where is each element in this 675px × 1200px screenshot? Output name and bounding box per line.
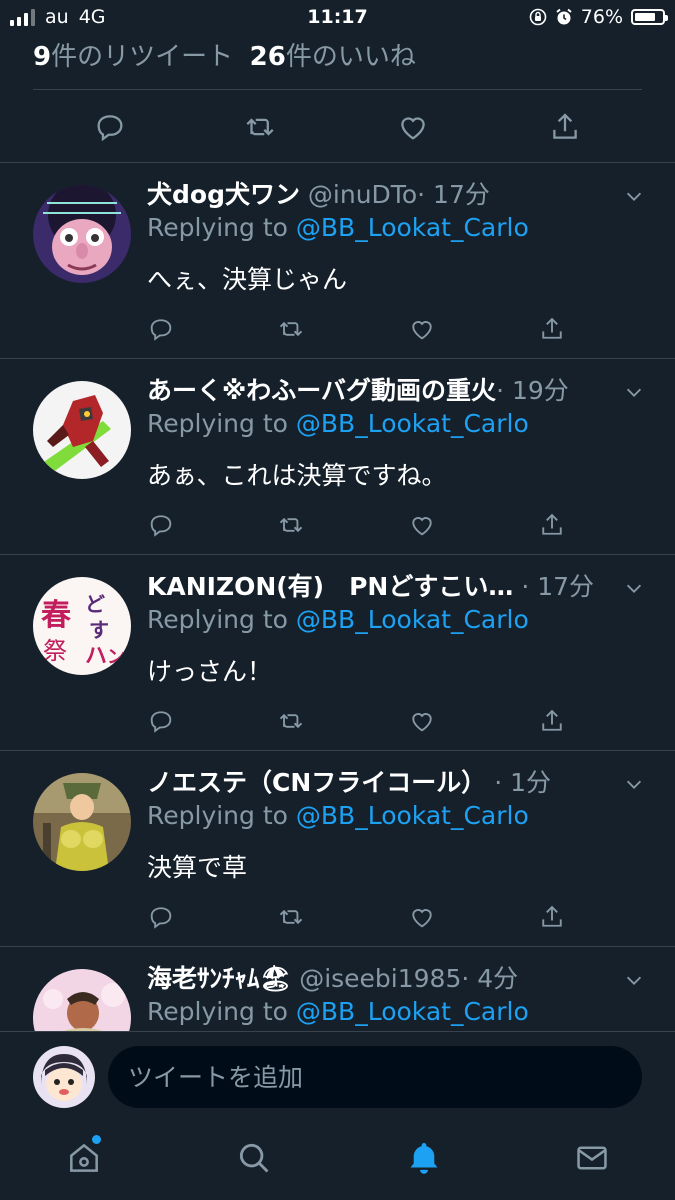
reply-tweet[interactable]: 春 祭 ど す ハ ン KANIZON(有) PNどすこい… · 17分 Rep… xyxy=(0,555,675,751)
bell-icon[interactable] xyxy=(405,1139,443,1181)
tweet-actions xyxy=(147,707,577,739)
home-icon[interactable] xyxy=(65,1139,103,1181)
like-icon[interactable] xyxy=(408,315,436,343)
retweet-icon[interactable] xyxy=(243,110,277,144)
mention-link[interactable]: @BB_Lookat_Carlo xyxy=(296,213,529,242)
chevron-down-icon[interactable] xyxy=(623,577,645,603)
share-icon[interactable] xyxy=(548,110,582,144)
avatar[interactable] xyxy=(33,185,131,283)
retweet-icon[interactable] xyxy=(277,511,305,539)
reply-tweet[interactable]: ノエステ（CNフライコール） · 1分 Replying to @BB_Look… xyxy=(0,751,675,947)
tweet-text: けっさん！ xyxy=(147,657,273,686)
avatar[interactable]: 春 祭 ど す ハ ン xyxy=(33,577,131,675)
battery-percent: 76% xyxy=(580,6,623,28)
main-tweet-actions xyxy=(0,110,675,146)
replying-to-label: Replying to xyxy=(147,605,288,634)
svg-text:春: 春 xyxy=(41,598,71,633)
tweet-text: あぁ、これは決算ですね。 xyxy=(147,461,447,490)
tweet-actions xyxy=(147,315,577,347)
reply-input[interactable] xyxy=(108,1046,642,1108)
mail-icon[interactable] xyxy=(573,1139,611,1181)
reply-icon[interactable] xyxy=(147,903,175,931)
timestamp: · 19分 xyxy=(496,376,569,405)
mention-link[interactable]: @BB_Lookat_Carlo xyxy=(296,409,529,438)
svg-text:ど: ど xyxy=(85,592,105,616)
retweet-icon[interactable] xyxy=(277,903,305,931)
share-icon[interactable] xyxy=(538,903,566,931)
mention-link[interactable]: @BB_Lookat_Carlo xyxy=(296,801,529,830)
engagement-counts: 9件のリツイート 26件のいいね xyxy=(33,36,416,73)
reply-icon[interactable] xyxy=(93,110,127,144)
reply-icon[interactable] xyxy=(147,511,175,539)
timestamp: · 17分 xyxy=(521,572,595,601)
orientation-lock-icon xyxy=(529,8,547,26)
tweet-actions xyxy=(147,511,577,543)
timestamp: · 4分 xyxy=(461,964,519,993)
timestamp: · 1分 xyxy=(494,768,552,797)
share-icon[interactable] xyxy=(538,707,566,735)
notification-dot xyxy=(92,1135,101,1144)
display-name[interactable]: ノエステ（CNフライコール） xyxy=(147,768,486,797)
user-handle: @inuDTo xyxy=(307,180,418,209)
chevron-down-icon[interactable] xyxy=(623,185,645,211)
display-name[interactable]: あーく※わふーバグ動画の重火 xyxy=(147,376,496,405)
reply-icon[interactable] xyxy=(147,315,175,343)
user-handle: @iseebi1985 xyxy=(299,964,462,993)
like-icon[interactable] xyxy=(408,903,436,931)
display-name[interactable]: KANIZON(有) PNどすこい… xyxy=(147,572,513,601)
like-count-label[interactable]: 件のいいね xyxy=(286,42,416,72)
battery-icon xyxy=(631,9,668,25)
like-count: 26 xyxy=(249,42,286,72)
svg-text:ン: ン xyxy=(107,647,125,668)
reply-composer xyxy=(0,1031,675,1122)
replying-to-label: Replying to xyxy=(147,801,288,830)
svg-text:ハ: ハ xyxy=(85,643,107,669)
retweet-icon[interactable] xyxy=(277,707,305,735)
tweet-actions xyxy=(147,903,577,935)
reply-icon[interactable] xyxy=(147,707,175,735)
reply-tweet[interactable]: あーく※わふーバグ動画の重火· 19分 Replying to @BB_Look… xyxy=(0,359,675,555)
mention-link[interactable]: @BB_Lookat_Carlo xyxy=(296,605,529,634)
retweet-icon[interactable] xyxy=(277,315,305,343)
tab-bar xyxy=(0,1121,675,1200)
chevron-down-icon[interactable] xyxy=(623,969,645,995)
status-bar: au 4G 11:17 76% xyxy=(0,0,675,34)
like-icon[interactable] xyxy=(408,707,436,735)
divider xyxy=(33,89,642,90)
timestamp: · 17分 xyxy=(417,180,490,209)
replying-to-label: Replying to xyxy=(147,997,288,1026)
avatar[interactable] xyxy=(33,381,131,479)
search-icon[interactable] xyxy=(235,1139,273,1181)
chevron-down-icon[interactable] xyxy=(623,773,645,799)
display-name[interactable]: 犬dog犬ワン xyxy=(147,180,300,209)
like-icon[interactable] xyxy=(396,110,430,144)
avatar[interactable] xyxy=(33,773,131,871)
share-icon[interactable] xyxy=(538,315,566,343)
tweet-text: 決算で草 xyxy=(147,853,248,882)
replying-to-label: Replying to xyxy=(147,213,288,242)
like-icon[interactable] xyxy=(408,511,436,539)
mention-link[interactable]: @BB_Lookat_Carlo xyxy=(296,997,529,1026)
svg-text:祭: 祭 xyxy=(43,637,67,665)
reply-tweet[interactable]: 犬dog犬ワン @inuDTo· 17分 Replying to @BB_Loo… xyxy=(0,163,675,359)
share-icon[interactable] xyxy=(538,511,566,539)
my-avatar[interactable] xyxy=(33,1046,95,1108)
chevron-down-icon[interactable] xyxy=(623,381,645,407)
display-name[interactable]: 海老ｻﾝﾁｬﾑ🏖 xyxy=(147,964,291,993)
retweet-count-label[interactable]: 件のリツイート xyxy=(51,42,233,72)
alarm-icon xyxy=(556,8,572,25)
retweet-count: 9 xyxy=(33,42,52,72)
svg-text:す: す xyxy=(89,618,109,642)
tweet-text: へぇ、決算じゃん xyxy=(147,265,348,294)
replying-to-label: Replying to xyxy=(147,409,288,438)
